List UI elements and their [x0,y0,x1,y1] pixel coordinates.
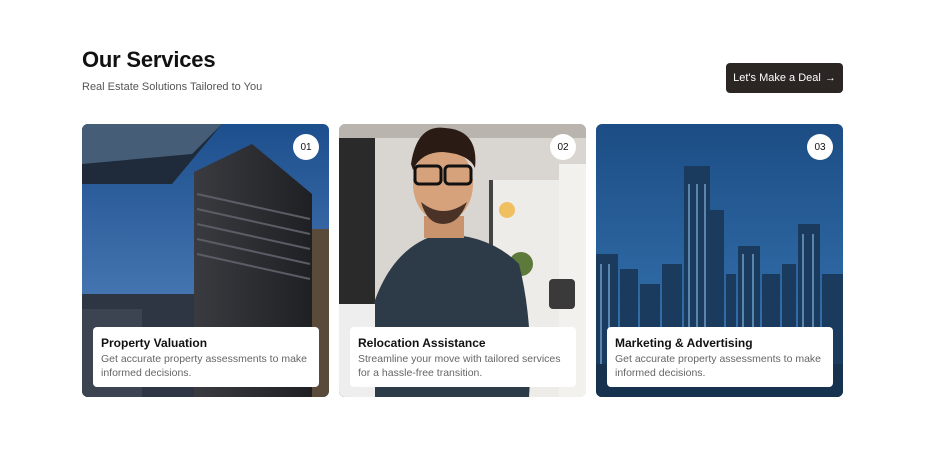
card-title: Relocation Assistance [358,336,486,350]
card-description: Get accurate property assessments to mak… [101,353,308,379]
service-card-marketing-advertising[interactable]: 03 Marketing & Advertising Get accurate … [596,124,843,397]
card-info: Relocation Assistance Streamline your mo… [350,327,576,387]
service-card-property-valuation[interactable]: 01 Property Valuation Get accurate prope… [82,124,329,397]
card-number-badge: 03 [807,134,833,160]
card-info: Marketing & Advertising Get accurate pro… [607,327,833,387]
card-number-badge: 02 [550,134,576,160]
card-number-badge: 01 [293,134,319,160]
card-description: Get accurate property assessments to mak… [615,353,822,379]
card-info: Property Valuation Get accurate property… [93,327,319,387]
services-cards: 01 Property Valuation Get accurate prope… [82,124,843,397]
card-title: Property Valuation [101,336,208,350]
service-card-relocation-assistance[interactable]: 02 Relocation Assistance Streamline your… [339,124,586,397]
make-deal-button[interactable]: Let's Make a Deal → [726,63,843,93]
card-description: Streamline your move with tailored servi… [358,353,561,379]
card-title: Marketing & Advertising [615,336,753,350]
arrow-right-icon: → [824,72,836,84]
make-deal-label: Let's Make a Deal [733,72,821,84]
